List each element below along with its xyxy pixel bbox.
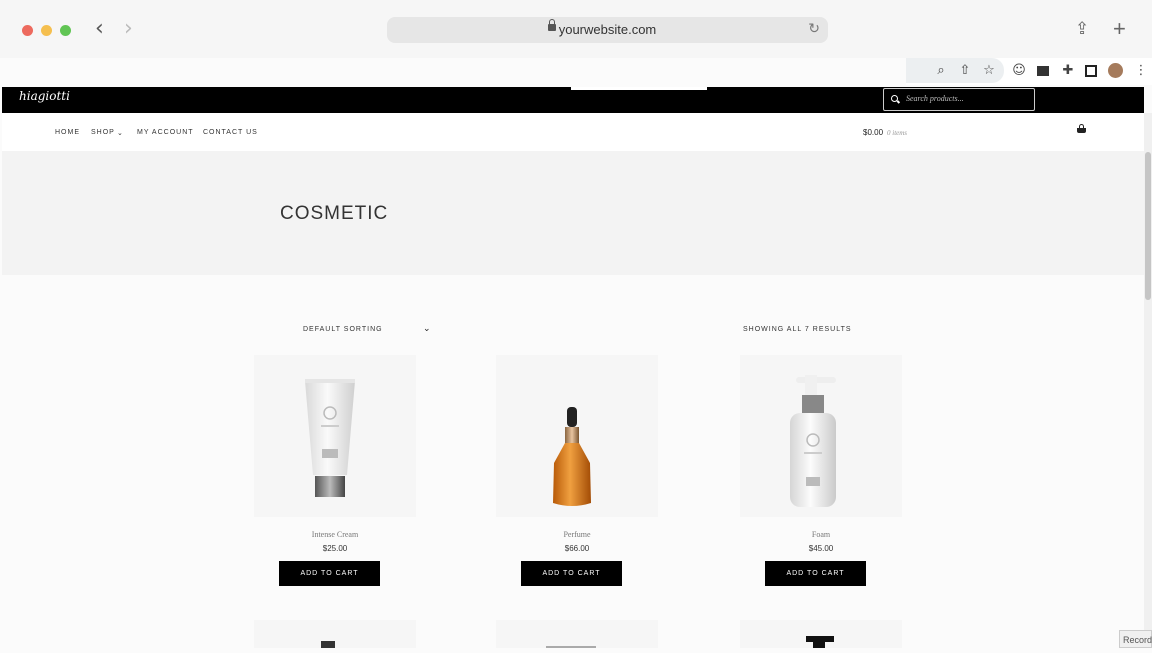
product-price: $66.00 <box>564 544 590 553</box>
results-count: SHOWING ALL 7 RESULTS <box>743 326 852 333</box>
menu-dots-icon[interactable]: ⋮ <box>1134 64 1148 78</box>
forward-arrow-icon[interactable]: › <box>124 16 133 41</box>
site-header: HOME SHOP ⌄ MY ACCOUNT CONTACT US $0.00 … <box>2 113 1144 151</box>
record-badge[interactable]: Record <box>1119 630 1152 648</box>
product-price: $25.00 <box>322 544 348 553</box>
foam-pump-image <box>790 375 836 507</box>
minimize-window-button[interactable] <box>41 25 52 36</box>
product-card-preview[interactable] <box>496 620 658 648</box>
nav-my-account[interactable]: MY ACCOUNT <box>137 129 194 136</box>
product-card-preview[interactable] <box>740 620 902 648</box>
product-name[interactable]: Perfume <box>496 530 658 539</box>
share-page-icon[interactable]: ⇧ <box>958 64 972 78</box>
extensions-puzzle-icon[interactable]: ✚ <box>1061 64 1075 78</box>
cart-item-count[interactable]: 0 items <box>887 129 907 137</box>
product-card-preview[interactable] <box>254 620 416 648</box>
reload-icon[interactable]: ↻ <box>808 21 820 37</box>
site-topbar: hiagiotti <box>2 87 1144 113</box>
basket-icon[interactable] <box>1077 124 1086 133</box>
topbar-accent <box>571 87 707 90</box>
search-icon <box>891 95 898 102</box>
nav-shop[interactable]: SHOP <box>91 129 115 136</box>
zoom-icon[interactable]: ⌕ <box>934 64 948 78</box>
new-tab-icon[interactable]: + <box>1113 16 1126 42</box>
back-arrow-icon[interactable]: ‹ <box>95 16 104 41</box>
close-window-button[interactable] <box>22 25 33 36</box>
product-image[interactable] <box>254 355 416 517</box>
sidebar-icon[interactable] <box>1085 65 1097 77</box>
product-preview-image <box>806 636 834 648</box>
product-search[interactable] <box>883 88 1035 111</box>
perfume-bottle-image <box>553 407 591 506</box>
page-title: COSMETIC <box>280 203 389 224</box>
sort-dropdown[interactable]: DEFAULT SORTING <box>303 326 383 333</box>
product-image[interactable] <box>496 355 658 517</box>
address-bar[interactable]: yourwebsite.com ↻ <box>387 17 828 43</box>
product-image[interactable] <box>740 355 902 517</box>
add-to-cart-button[interactable]: ADD TO CART <box>765 561 866 586</box>
url-text: yourwebsite.com <box>558 22 657 37</box>
page-hero: COSMETIC <box>2 151 1144 275</box>
cart-total[interactable]: $0.00 <box>863 128 883 137</box>
product-name[interactable]: Foam <box>740 530 902 539</box>
product-preview-image <box>546 646 596 648</box>
search-input[interactable] <box>906 91 1026 106</box>
chevron-down-icon[interactable]: ⌄ <box>423 324 431 334</box>
maximize-window-button[interactable] <box>60 25 71 36</box>
chevron-down-icon[interactable]: ⌄ <box>117 129 124 137</box>
omnibox-actions: ⌕ ⇧ ☆ <box>906 58 1004 83</box>
add-to-cart-button[interactable]: ADD TO CART <box>279 561 380 586</box>
nav-contact-us[interactable]: CONTACT US <box>203 129 258 136</box>
add-to-cart-button[interactable]: ADD TO CART <box>521 561 622 586</box>
nav-home[interactable]: HOME <box>55 129 80 136</box>
profile-avatar-icon[interactable] <box>1108 63 1123 78</box>
product-preview-image <box>321 641 335 648</box>
product-name[interactable]: Intense Cream <box>254 530 416 539</box>
product-price: $45.00 <box>808 544 834 553</box>
share-icon[interactable]: ⇪ <box>1075 19 1089 39</box>
scrollbar-thumb[interactable] <box>1145 152 1151 300</box>
browser-toolbar: ‹ › yourwebsite.com ↻ ⇪ + <box>0 0 1152 58</box>
extension-avatar-icon[interactable]: ☺ <box>1012 64 1026 78</box>
cream-tube-image <box>305 379 355 497</box>
extension-card-icon[interactable] <box>1037 66 1049 76</box>
extensions-bar: ⌕ ⇧ ☆ ☺ ✚ ⋮ <box>906 58 1152 85</box>
bookmark-star-icon[interactable]: ☆ <box>982 64 996 78</box>
site-logo[interactable]: hiagiotti <box>19 89 70 103</box>
